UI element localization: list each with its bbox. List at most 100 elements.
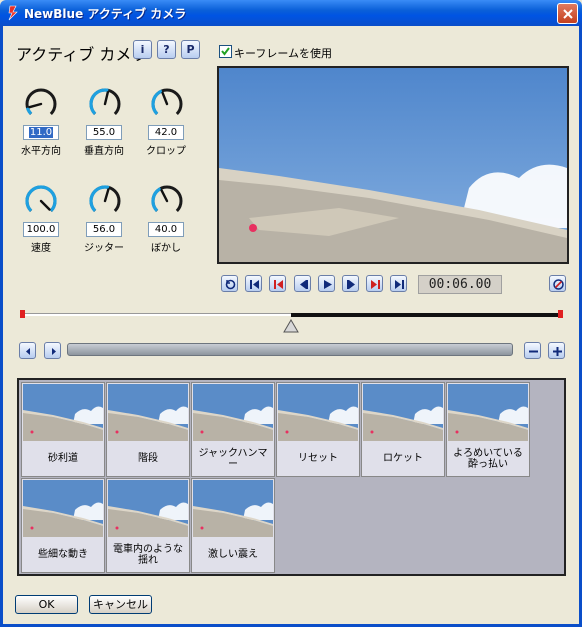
next-keyframe-button[interactable]	[366, 275, 383, 292]
preset-tile[interactable]: 砂利道	[21, 382, 105, 477]
title-bar: NewBlue アクティブ カメラ	[0, 0, 582, 26]
preset-thumbnail	[278, 384, 358, 441]
airplane-wing-thumbnail	[108, 480, 188, 537]
timeline-elapsed[interactable]	[21, 313, 291, 316]
timeline-remaining[interactable]	[291, 313, 559, 317]
knob-level-arc	[151, 89, 163, 116]
horizontal-label: 水平方向	[21, 146, 61, 157]
preset-thumbnail	[193, 480, 273, 537]
go-to-start-button[interactable]	[245, 275, 262, 292]
preset-thumbnail	[23, 480, 103, 537]
knob-level-arc	[151, 187, 162, 213]
step-back-icon	[300, 280, 308, 289]
ok-button[interactable]: OK	[15, 595, 78, 614]
go-to-end-button[interactable]	[390, 275, 407, 292]
airplane-wing-thumbnail	[363, 384, 443, 441]
step-forward-icon	[347, 280, 355, 289]
preset-thumbnail	[108, 384, 188, 441]
speed-knob[interactable]	[21, 180, 61, 220]
blur-value[interactable]: 40.0	[148, 222, 184, 237]
app-icon	[8, 5, 18, 21]
loop-button[interactable]	[221, 275, 238, 292]
loop-icon	[225, 279, 236, 290]
close-button[interactable]	[557, 3, 578, 24]
timeline-end-marker	[558, 310, 563, 318]
preset-tile[interactable]: 電車内のような揺れ	[106, 478, 190, 573]
knob-level-arc	[25, 185, 57, 213]
info-button[interactable]: i	[133, 40, 152, 59]
no-keyframe-icon	[553, 279, 564, 290]
next-keyframe-icon	[371, 280, 380, 289]
preset-label: 些細な動き	[38, 549, 88, 560]
zoom-scrollbar[interactable]	[67, 343, 513, 356]
timeline-start-marker	[20, 310, 25, 318]
preset-thumbnail	[448, 384, 528, 441]
preset-label: 砂利道	[48, 453, 78, 464]
panel-title: アクティブ カメラ	[16, 45, 148, 64]
close-icon	[563, 9, 573, 19]
preset-thumbnail	[193, 384, 273, 441]
step-forward-button[interactable]	[342, 275, 359, 292]
scroll-right-button[interactable]	[44, 342, 61, 359]
preset-tile[interactable]: 些細な動き	[21, 478, 105, 573]
keyframe-checkbox[interactable]	[219, 45, 232, 58]
airplane-wing-thumbnail	[108, 384, 188, 441]
preset-label: ロケット	[383, 453, 423, 464]
presets-button[interactable]: P	[181, 40, 200, 59]
knob-pointer	[161, 91, 169, 106]
zoom-out-button[interactable]	[524, 342, 541, 359]
preset-tile[interactable]: ジャックハンマー	[191, 382, 275, 477]
preset-tile[interactable]: リセット	[276, 382, 360, 477]
arrow-left-icon	[26, 348, 30, 355]
preset-tile[interactable]: 激しい震え	[191, 478, 275, 573]
vertical-knob[interactable]	[85, 83, 125, 123]
knob-pointer	[103, 91, 110, 106]
video-preview	[217, 66, 569, 264]
knob-pointer	[28, 102, 43, 109]
preset-label: ジャックハンマー	[198, 447, 268, 470]
airplane-wing-thumbnail	[278, 384, 358, 441]
preset-label: 電車内のような揺れ	[113, 543, 183, 566]
knob-pointer	[103, 188, 110, 203]
jitter-knob[interactable]	[85, 180, 125, 220]
knob-pointer	[160, 189, 169, 203]
crop-value[interactable]: 42.0	[148, 125, 184, 140]
no-keyframe-button[interactable]	[549, 275, 566, 292]
horizontal-knob[interactable]	[21, 83, 61, 123]
crop-label: クロップ	[146, 146, 186, 157]
preset-tile[interactable]: ロケット	[361, 382, 445, 477]
go-to-start-icon	[250, 280, 259, 289]
knob-level-arc	[25, 107, 33, 116]
previous-keyframe-button[interactable]	[269, 275, 286, 292]
speed-value[interactable]: 100.0	[23, 222, 59, 237]
preset-tile[interactable]: よろめいている酔っ払い	[446, 382, 530, 477]
preset-thumbnail	[23, 384, 103, 441]
horizontal-value[interactable]: 11.0	[23, 125, 59, 140]
preset-gallery: 砂利道 階段 ジャックハンマー リセット ロケット よろめいている酔っ払い 些細…	[17, 378, 566, 576]
blur-knob[interactable]	[147, 180, 187, 220]
step-back-button[interactable]	[294, 275, 311, 292]
airplane-wing-thumbnail	[193, 384, 273, 441]
scroll-left-button[interactable]	[19, 342, 36, 359]
crop-knob[interactable]	[147, 83, 187, 123]
speed-label: 速度	[31, 243, 51, 254]
airplane-wing-thumbnail	[448, 384, 528, 441]
cancel-button[interactable]: キャンセル	[89, 595, 152, 614]
jitter-value[interactable]: 56.0	[86, 222, 122, 237]
zoom-in-button[interactable]	[548, 342, 565, 359]
knob-pointer	[39, 199, 51, 211]
play-icon	[324, 280, 332, 289]
vertical-value[interactable]: 55.0	[86, 125, 122, 140]
play-button[interactable]	[318, 275, 335, 292]
minus-icon	[529, 350, 538, 353]
playhead-handle[interactable]	[283, 319, 299, 333]
preset-label: リセット	[298, 453, 338, 464]
timecode-display: 00:06.00	[418, 275, 502, 294]
plus-icon	[553, 347, 562, 356]
checkmark-icon	[221, 47, 230, 56]
help-button[interactable]: ?	[157, 40, 176, 59]
preset-tile[interactable]: 階段	[106, 382, 190, 477]
arrow-right-icon	[52, 348, 56, 355]
go-to-end-icon	[395, 280, 404, 289]
airplane-wing-image	[219, 68, 567, 262]
